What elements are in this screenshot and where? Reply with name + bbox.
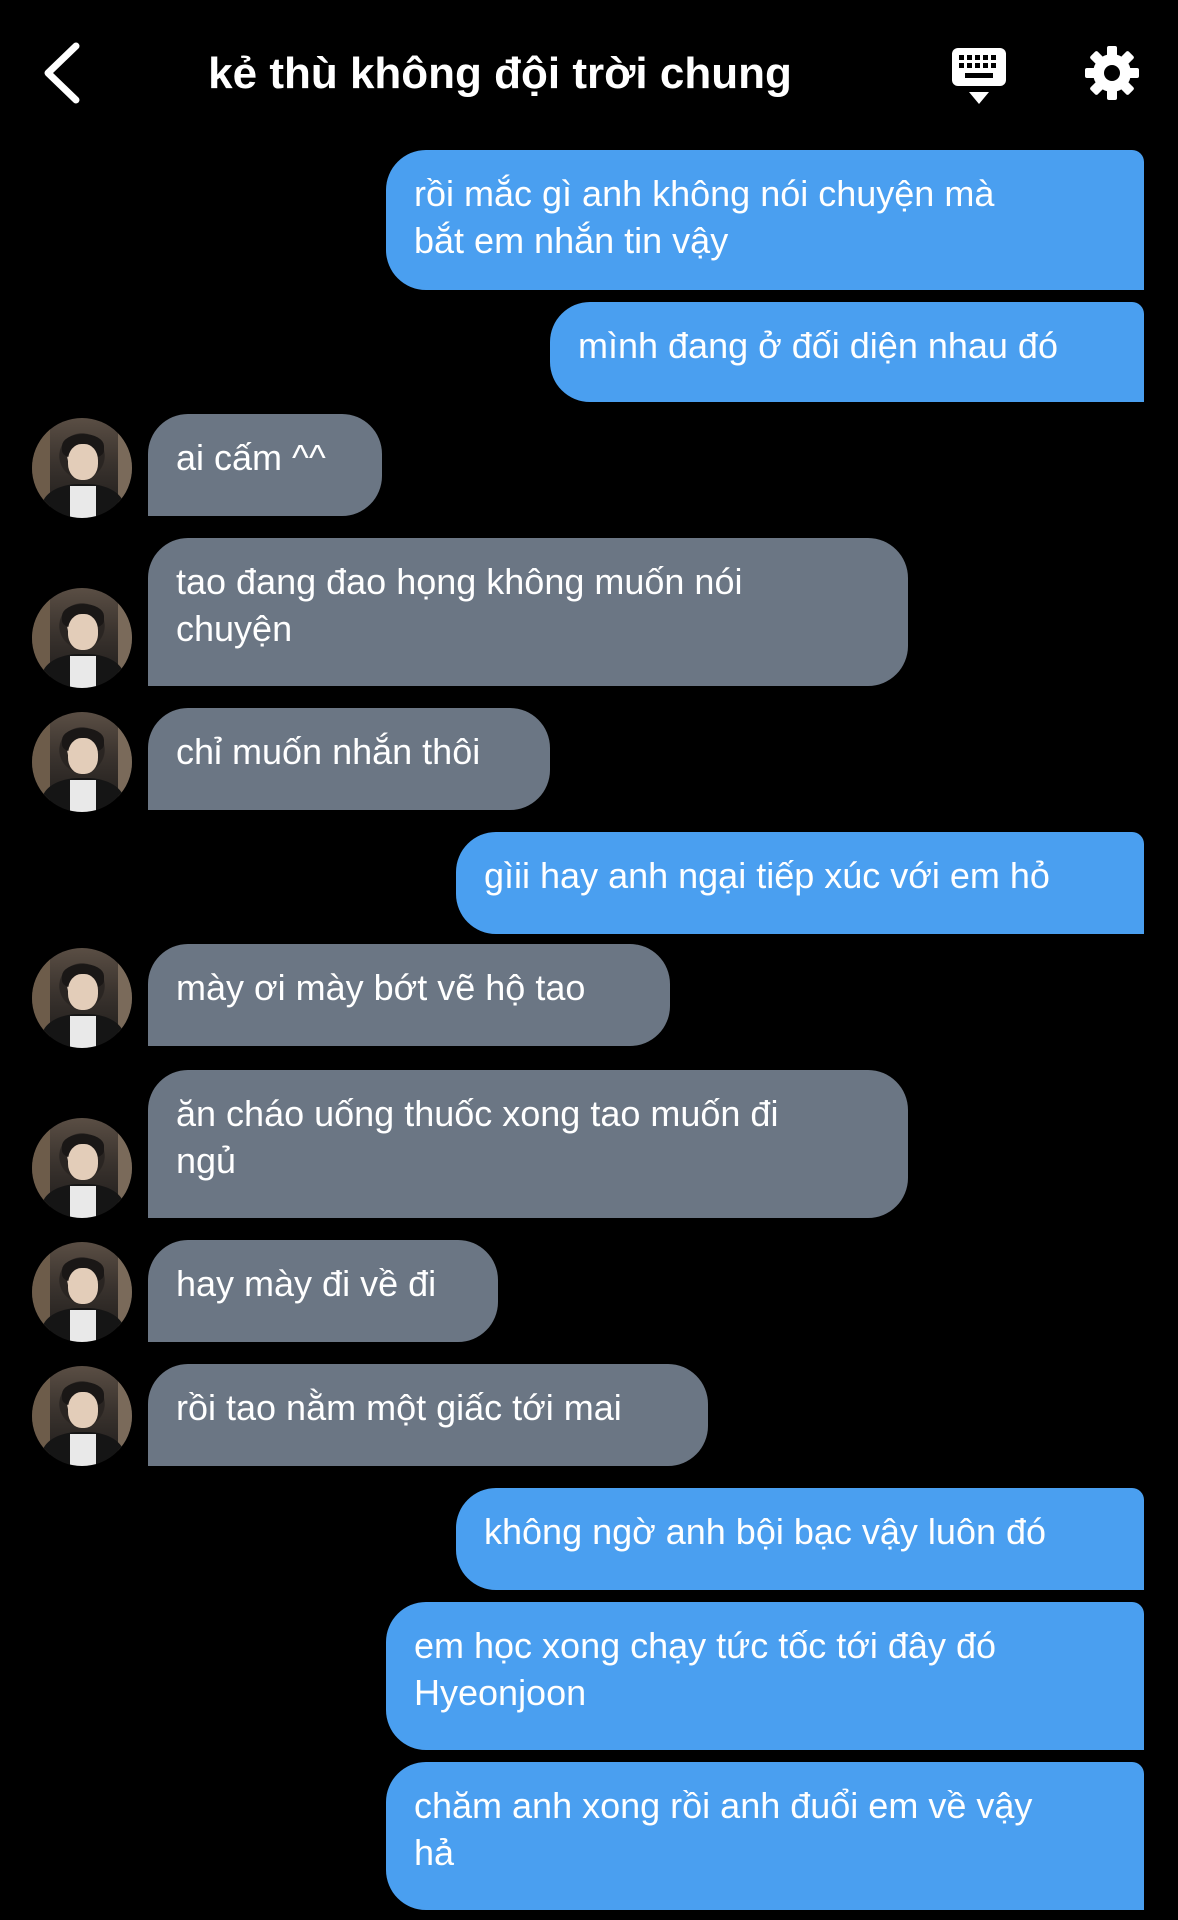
message-bubble-incoming: ai cấm ^^: [148, 414, 382, 516]
message-bubble-outgoing: mình đang ở đối diện nhau đó: [550, 302, 1144, 402]
message-bubble-incoming: mày ơi mày bớt vẽ hộ tao: [148, 944, 670, 1046]
message-bubble-outgoing: gìii hay anh ngại tiếp xúc với em hỏ: [456, 832, 1144, 934]
contact-avatar[interactable]: [32, 712, 132, 812]
contact-avatar[interactable]: [32, 948, 132, 1048]
message-bubble-incoming: hay mày đi về đi: [148, 1240, 498, 1342]
contact-avatar[interactable]: [32, 1366, 132, 1466]
message-list[interactable]: rồi mắc gì anh không nói chuyện mà bắt e…: [0, 0, 1178, 1920]
message-bubble-incoming: tao đang đao họng không muốn nói chuyện: [148, 538, 908, 686]
contact-avatar[interactable]: [32, 1242, 132, 1342]
message-bubble-outgoing: chăm anh xong rồi anh đuổi em về vậy hả: [386, 1762, 1144, 1910]
message-bubble-incoming: rồi tao nằm một giấc tới mai: [148, 1364, 708, 1466]
contact-avatar[interactable]: [32, 418, 132, 518]
message-bubble-outgoing: rồi mắc gì anh không nói chuyện mà bắt e…: [386, 150, 1144, 290]
message-bubble-outgoing: không ngờ anh bội bạc vậy luôn đó: [456, 1488, 1144, 1590]
message-bubble-incoming: chỉ muốn nhắn thôi: [148, 708, 550, 810]
contact-avatar[interactable]: [32, 588, 132, 688]
contact-avatar[interactable]: [32, 1118, 132, 1218]
message-bubble-incoming: ăn cháo uống thuốc xong tao muốn đi ngủ: [148, 1070, 908, 1218]
message-bubble-outgoing: em học xong chạy tức tốc tới đây đó Hyeo…: [386, 1602, 1144, 1750]
